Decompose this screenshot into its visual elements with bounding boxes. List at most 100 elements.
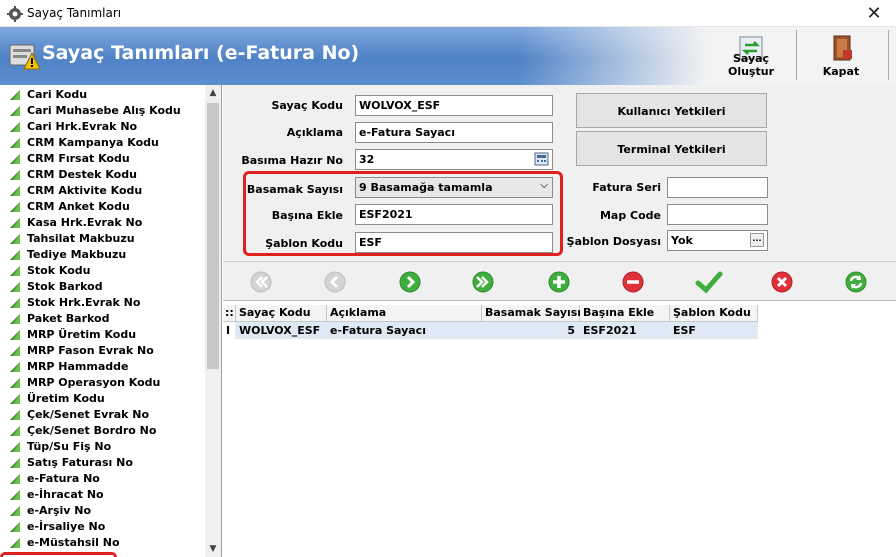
sidebar-item[interactable]: CRM Fırsat Kodu — [0, 151, 205, 167]
list-scrollbar[interactable]: ▲ ▼ — [205, 85, 221, 557]
sidebar-item-label: Tediye Makbuzu — [27, 248, 127, 261]
map-code-field[interactable] — [667, 204, 768, 225]
save-icon[interactable] — [695, 270, 723, 294]
sidebar-item[interactable]: Cari Hrk.Evrak No — [0, 119, 205, 135]
sidebar-item-label: MRP Fason Evrak No — [27, 344, 154, 357]
sidebar-item[interactable]: MRP Fason Evrak No — [0, 343, 205, 359]
sidebar-item[interactable]: MRP Üretim Kodu — [0, 327, 205, 343]
sidebar-item[interactable]: Stok Hrk.Evrak No — [0, 295, 205, 311]
triangle-icon — [10, 330, 20, 340]
description-field[interactable]: e-Fatura Sayacı — [355, 122, 553, 143]
sidebar-item[interactable]: Paket Barkod — [0, 311, 205, 327]
cell-aciklama[interactable]: e-Fatura Sayacı — [327, 322, 482, 339]
template-file-field[interactable]: Yok ... — [667, 230, 768, 251]
invoice-series-label: Fatura Seri — [592, 181, 661, 194]
scroll-thumb[interactable] — [207, 103, 219, 369]
sidebar-item[interactable]: Üretim Kodu — [0, 391, 205, 407]
triangle-icon — [10, 346, 20, 356]
sidebar-item[interactable]: Stok Barkod — [0, 279, 205, 295]
last-icon[interactable] — [472, 271, 494, 293]
refresh-icon[interactable] — [845, 271, 867, 293]
sidebar-item[interactable]: Kasa Hrk.Evrak No — [0, 215, 205, 231]
sidebar-item[interactable]: Cari Kodu — [0, 87, 205, 103]
create-counter-button[interactable]: Sayaç Oluştur — [710, 29, 792, 81]
sidebar-item[interactable]: MRP Operasyon Kodu — [0, 375, 205, 391]
sidebar-item[interactable]: Cari Muhasebe Alış Kodu — [0, 103, 205, 119]
sidebar-item-label: e-İhracat No — [27, 488, 104, 501]
sidebar-item-label: Cari Kodu — [27, 88, 88, 101]
close-button[interactable]: Kapat — [800, 29, 882, 81]
sidebar-item[interactable]: CRM Kampanya Kodu — [0, 135, 205, 151]
triangle-icon — [10, 122, 20, 132]
header-banner: Sayaç Tanımları (e-Fatura No) Sayaç Oluş… — [0, 27, 896, 85]
previous-icon[interactable] — [324, 271, 346, 293]
triangle-icon — [10, 234, 20, 244]
sidebar-item[interactable]: e-İhracat No — [0, 487, 205, 503]
sidebar-item-label: e-Arşiv No — [27, 504, 92, 517]
scroll-up-button[interactable]: ▲ — [205, 85, 221, 101]
scroll-down-button[interactable]: ▼ — [205, 541, 221, 557]
cancel-icon[interactable] — [771, 271, 793, 293]
description-label: Açıklama — [286, 126, 343, 139]
first-icon[interactable] — [250, 271, 272, 293]
cell-basina-ekle[interactable]: ESF2021 — [580, 322, 670, 339]
sidebar-item[interactable]: Tahsilat Makbuzu — [0, 231, 205, 247]
sidebar-item[interactable]: e-Fatura No — [0, 471, 205, 487]
window-close-button[interactable]: ✕ — [852, 0, 896, 27]
counter-settings-icon — [9, 44, 40, 70]
sidebar-item-label: Üretim Kodu — [27, 392, 105, 405]
triangle-icon — [10, 506, 20, 516]
sidebar-item-label: Paket Barkod — [27, 312, 110, 325]
sidebar-item[interactable]: Tediye Makbuzu — [0, 247, 205, 263]
sidebar-item-label: CRM Destek Kodu — [27, 168, 137, 181]
sidebar-item-label: MRP Üretim Kodu — [27, 328, 137, 341]
add-icon[interactable] — [548, 271, 570, 293]
sidebar-item[interactable]: CRM Anket Kodu — [0, 199, 205, 215]
cell-sablon-kodu[interactable]: ESF — [670, 322, 758, 339]
sidebar-item-label: Çek/Senet Bordro No — [27, 424, 157, 437]
sidebar-item[interactable]: CRM Destek Kodu — [0, 167, 205, 183]
sidebar-item-label: Tüp/Su Fiş No — [27, 440, 112, 453]
column-header-sayac-kodu[interactable]: Sayaç Kodu — [236, 305, 327, 322]
sidebar-item[interactable]: e-İrsaliye No — [0, 519, 205, 535]
sidebar-item-label: MRP Hammadde — [27, 360, 129, 373]
sidebar-item[interactable]: Çek/Senet Evrak No — [0, 407, 205, 423]
column-header-basina-ekle[interactable]: Başına Ekle — [580, 305, 670, 322]
calculator-icon[interactable] — [534, 152, 549, 166]
sidebar-item[interactable]: Satış Faturası No — [0, 455, 205, 471]
sidebar-item-label: Tahsilat Makbuzu — [27, 232, 135, 245]
counter-code-field[interactable]: WOLVOX_ESF — [355, 95, 553, 116]
column-header-aciklama[interactable]: Açıklama — [327, 305, 482, 322]
column-header-basamak-sayisi[interactable]: Basamak Sayısı — [482, 305, 581, 322]
sidebar-item[interactable]: Tüp/Su Fiş No — [0, 439, 205, 455]
triangle-icon — [10, 138, 20, 148]
cell-sayac-kodu[interactable]: WOLVOX_ESF — [236, 322, 327, 339]
counter-grid: :: Sayaç Kodu Açıklama Basamak Sayısı Ba… — [223, 301, 896, 557]
sidebar-item-label: Satış Faturası No — [27, 456, 133, 469]
cell-basamak-sayisi[interactable]: 5 — [482, 322, 580, 339]
sidebar-item[interactable]: Çek/Senet Bordro No — [0, 423, 205, 439]
sidebar-item[interactable]: MRP Hammadde — [0, 359, 205, 375]
template-file-label: Şablon Dosyası — [566, 235, 661, 248]
browse-icon[interactable]: ... — [750, 233, 764, 247]
sidebar-item[interactable]: e-Müstahsil No — [0, 535, 205, 551]
triangle-icon — [10, 394, 20, 404]
triangle-icon — [10, 250, 20, 260]
sidebar-item[interactable]: e-Arşiv No — [0, 503, 205, 519]
user-rights-button[interactable]: Kullanıcı Yetkileri — [576, 93, 767, 128]
sidebar-item[interactable]: CRM Aktivite Kodu — [0, 183, 205, 199]
sidebar-item[interactable]: Stok Kodu — [0, 263, 205, 279]
header-toolbar: Sayaç Oluştur Kapat — [708, 27, 896, 85]
row-indicator-header[interactable]: :: — [223, 305, 236, 322]
print-ready-no-field[interactable]: 32 — [355, 149, 553, 170]
triangle-icon — [10, 106, 20, 116]
next-icon[interactable] — [399, 271, 421, 293]
counter-type-list: Cari Kodu Cari Muhasebe Alış Kodu Cari Hrk… — [0, 85, 222, 557]
column-header-sablon-kodu[interactable]: Şablon Kodu — [670, 305, 758, 322]
sidebar-item-label: CRM Kampanya Kodu — [27, 136, 159, 149]
invoice-series-field[interactable] — [667, 177, 768, 198]
delete-icon[interactable] — [622, 271, 644, 293]
sidebar-item-label: e-İrsaliye No — [27, 520, 106, 533]
terminal-rights-button[interactable]: Terminal Yetkileri — [576, 131, 767, 166]
triangle-icon — [10, 218, 20, 228]
